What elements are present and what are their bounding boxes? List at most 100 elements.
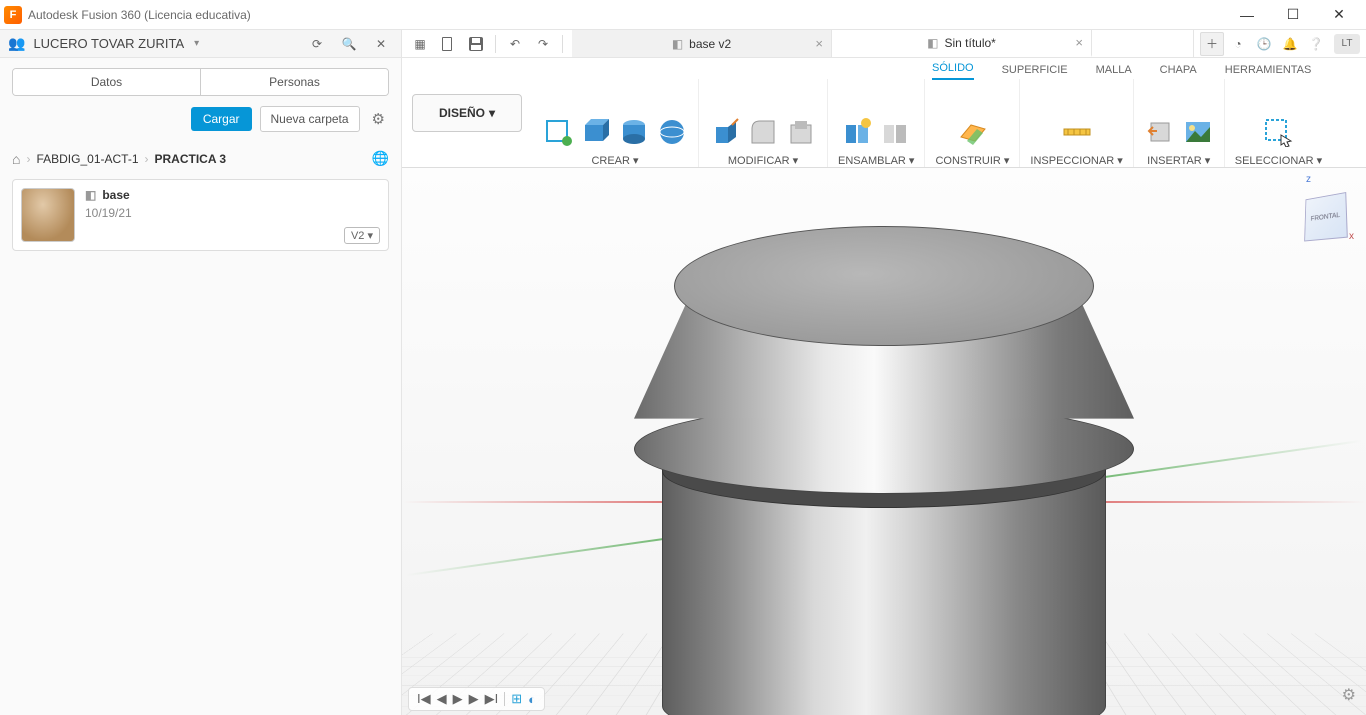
canvas-area: SÓLIDO SUPERFICIE MALLA CHAPA HERRAMIENT…	[402, 58, 1366, 715]
ribbon-group-modificar: MODIFICAR ▾	[699, 79, 828, 167]
breadcrumb-current: PRACTICA 3	[155, 152, 227, 166]
ribbon-group-label[interactable]: MODIFICAR ▾	[728, 154, 798, 167]
ribbon-group-label[interactable]: SELECCIONAR ▾	[1235, 154, 1322, 167]
window-title: Autodesk Fusion 360 (Licencia educativa)	[28, 8, 251, 22]
web-icon[interactable]: 🌐	[372, 150, 389, 167]
ribbon-group-crear: CREAR ▾	[532, 79, 699, 167]
ribbon-group-insertar: INSERTAR ▾	[1134, 79, 1225, 167]
cylinder-icon[interactable]	[618, 116, 650, 148]
shell-icon[interactable]	[785, 116, 817, 148]
timeline-feature-revolve-icon[interactable]: ◐	[528, 692, 536, 707]
ribbon-tab-solido[interactable]: SÓLIDO	[932, 62, 974, 80]
ribbon-group-label[interactable]: CREAR ▾	[591, 154, 638, 167]
user-avatar[interactable]: LT	[1334, 34, 1360, 54]
workspace-label: DISEÑO	[439, 106, 485, 120]
plane-icon[interactable]	[956, 116, 988, 148]
joint-icon[interactable]	[841, 116, 873, 148]
tab-label: base v2	[689, 37, 731, 51]
timeline-play-icon[interactable]: ▶	[453, 691, 463, 707]
help-icon[interactable]: ❔	[1304, 32, 1328, 56]
home-icon[interactable]: ⌂	[12, 151, 20, 167]
box-icon[interactable]	[580, 116, 612, 148]
ribbon-group-label[interactable]: INSPECCIONAR ▾	[1030, 154, 1122, 167]
upload-button[interactable]: Cargar	[191, 107, 252, 131]
document-tab-base[interactable]: ◧ base v2 ×	[572, 30, 832, 57]
redo-button[interactable]: ↷	[531, 32, 555, 56]
data-panel-tabs: Datos Personas	[12, 68, 389, 96]
fillet-icon[interactable]	[747, 116, 779, 148]
window-close-button[interactable]: ✕	[1316, 0, 1362, 30]
viewcube[interactable]: z FRONTAL x	[1286, 178, 1348, 240]
document-tab-untitled[interactable]: ◧ Sin título* ×	[832, 30, 1092, 57]
design-item[interactable]: ◧base 10/19/21 V2 ▾	[12, 179, 389, 251]
timeline-end-icon[interactable]: ▶I	[485, 691, 499, 707]
timeline-prev-icon[interactable]: ◀	[437, 691, 447, 707]
tab-personas[interactable]: Personas	[201, 69, 388, 95]
ribbon-tab-malla[interactable]: MALLA	[1096, 64, 1132, 80]
user-name[interactable]: LUCERO TOVAR ZURITA	[33, 36, 184, 51]
component-icon: ◧	[672, 37, 683, 51]
chevron-down-icon: ▾	[489, 106, 495, 120]
viewport[interactable]: z FRONTAL x ⚙ I◀ ◀ ▶ ▶ ▶I ⊞ ◐	[402, 168, 1366, 715]
new-folder-button[interactable]: Nueva carpeta	[260, 106, 360, 132]
panel-close-button[interactable]: ✕	[369, 32, 393, 56]
design-thumbnail	[21, 188, 75, 242]
measure-icon[interactable]	[1061, 116, 1093, 148]
search-button[interactable]: 🔍	[337, 32, 361, 56]
presspull-icon[interactable]	[709, 116, 741, 148]
new-document-button[interactable]: ＋	[1200, 32, 1224, 56]
insert-image-icon[interactable]	[1182, 116, 1214, 148]
close-tab-icon[interactable]: ×	[815, 36, 823, 51]
sphere-icon[interactable]	[656, 116, 688, 148]
axis-z-label: z	[1306, 174, 1311, 185]
quick-access-toolbar: ▦ ↶ ↷	[402, 30, 572, 57]
select-icon[interactable]	[1262, 116, 1294, 148]
file-menu-button[interactable]	[436, 32, 460, 56]
timeline-next-icon[interactable]: ▶	[469, 691, 479, 707]
data-panel-actions: Cargar Nueva carpeta ⚙	[0, 96, 401, 142]
ribbon-tab-herramientas[interactable]: HERRAMIENTAS	[1225, 64, 1312, 80]
ribbon-group-label[interactable]: ENSAMBLAR ▾	[838, 154, 914, 167]
timeline-start-icon[interactable]: I◀	[417, 691, 431, 707]
window-minimize-button[interactable]: —	[1224, 0, 1270, 30]
refresh-button[interactable]: ⟳	[305, 32, 329, 56]
timeline-controls: I◀ ◀ ▶ ▶ ▶I ⊞ ◐	[408, 687, 545, 711]
job-status-icon[interactable]: 🕒	[1252, 32, 1276, 56]
save-button[interactable]	[464, 32, 488, 56]
extensions-icon[interactable]: ◔	[1226, 32, 1250, 56]
ribbon-tabs: SÓLIDO SUPERFICIE MALLA CHAPA HERRAMIENT…	[932, 58, 1311, 80]
asbuilt-joint-icon[interactable]	[879, 116, 911, 148]
main-area: Datos Personas Cargar Nueva carpeta ⚙ ⌂ …	[0, 58, 1366, 715]
timeline-feature-sketch-icon[interactable]: ⊞	[511, 691, 522, 707]
breadcrumb: ⌂ › FABDIG_01-ACT-1 › PRACTICA 3 🌐	[0, 142, 401, 175]
notifications-icon[interactable]: 🔔	[1278, 32, 1302, 56]
component-icon: ◧	[927, 36, 938, 50]
ribbon-tab-superficie[interactable]: SUPERFICIE	[1002, 64, 1068, 80]
close-tab-icon[interactable]: ×	[1075, 35, 1083, 50]
tab-datos[interactable]: Datos	[13, 69, 201, 95]
window-titlebar: F Autodesk Fusion 360 (Licencia educativ…	[0, 0, 1366, 30]
tab-label: Sin título*	[944, 36, 995, 50]
viewcube-face[interactable]: FRONTAL	[1304, 192, 1348, 242]
undo-button[interactable]: ↶	[503, 32, 527, 56]
ribbon-group-label[interactable]: INSERTAR ▾	[1147, 154, 1210, 167]
ribbon-group-ensamblar: ENSAMBLAR ▾	[828, 79, 925, 167]
workspace-switcher[interactable]: DISEÑO ▾	[412, 94, 522, 132]
display-settings-icon[interactable]: ⚙	[1342, 685, 1356, 705]
design-name: base	[102, 188, 129, 202]
window-maximize-button[interactable]: ☐	[1270, 0, 1316, 30]
gear-icon[interactable]: ⚙	[368, 110, 389, 128]
chevron-down-icon[interactable]: ▾	[194, 38, 199, 49]
version-badge[interactable]: V2 ▾	[344, 227, 380, 244]
sketch-icon[interactable]	[542, 116, 574, 148]
grid-apps-icon[interactable]: ▦	[408, 32, 432, 56]
document-tabs: ◧ base v2 × ◧ Sin título* ×	[572, 30, 1193, 57]
breadcrumb-project[interactable]: FABDIG_01-ACT-1	[36, 152, 138, 166]
ribbon-group-label[interactable]: CONSTRUIR ▾	[935, 154, 1009, 167]
ribbon-tab-chapa[interactable]: CHAPA	[1160, 64, 1197, 80]
team-icon: 👥	[8, 35, 25, 52]
insert-derive-icon[interactable]	[1144, 116, 1176, 148]
model-3d[interactable]	[624, 216, 1144, 715]
design-meta: ◧base 10/19/21	[85, 188, 132, 242]
app-bar-right: ＋ ◔ 🕒 🔔 ❔ LT	[1193, 30, 1366, 57]
